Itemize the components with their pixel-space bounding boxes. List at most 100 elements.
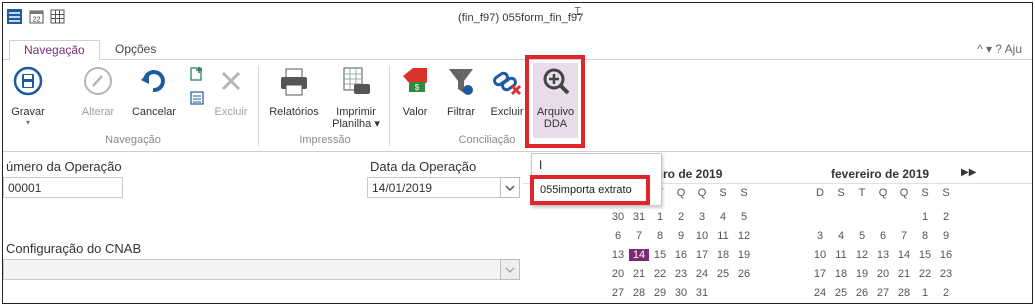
calendar-day[interactable]: 23 <box>936 268 956 280</box>
valor-button[interactable]: $ Valor <box>395 62 435 136</box>
money-tag-icon: $ <box>403 68 427 92</box>
app-window: 22 (fin_f97) 055form_fin_f97 ⌶ Navegação… <box>2 2 1033 304</box>
data-operacao-input[interactable]: 14/01/2019 <box>367 177 501 198</box>
calendar-dow: S <box>942 187 950 199</box>
calendar-day[interactable]: 17 <box>810 268 830 280</box>
gravar-button[interactable]: Gravar ▾ <box>9 62 47 136</box>
tab-navegacao[interactable]: Navegação <box>9 40 100 61</box>
calendar-day[interactable]: 27 <box>608 287 628 299</box>
filtrar-button[interactable]: Filtrar <box>441 62 481 136</box>
calendar-day[interactable]: 9 <box>936 230 956 242</box>
calendar-day[interactable]: 31 <box>629 211 649 223</box>
calendar-day[interactable]: 11 <box>713 230 733 242</box>
calendar-day[interactable]: 2 <box>936 211 956 223</box>
cancelar-button[interactable]: Cancelar <box>130 62 178 136</box>
calendar-day[interactable]: 1 <box>915 287 935 299</box>
gravar-dropdown-icon[interactable]: ▾ <box>9 118 47 127</box>
calendar-day[interactable]: 24 <box>692 268 712 280</box>
calendar-day[interactable]: 29 <box>650 287 670 299</box>
app-menu-icon[interactable] <box>7 9 22 24</box>
calendar-day[interactable]: 9 <box>671 230 691 242</box>
calendar-day[interactable]: 22 <box>915 268 935 280</box>
calendar-day[interactable]: 5 <box>734 211 754 223</box>
calendar-day[interactable]: 6 <box>608 230 628 242</box>
alterar-button[interactable]: Alterar <box>79 62 117 136</box>
calendar-day[interactable]: 4 <box>713 211 733 223</box>
calendar-day[interactable]: 1 <box>650 211 670 223</box>
excluir-button[interactable]: Excluir <box>213 62 249 136</box>
calendar-day[interactable]: 23 <box>671 268 691 280</box>
ribbon-tabs: Navegação Opções ^ ▾ ? Aju <box>3 36 1032 61</box>
calendar-day[interactable]: 10 <box>692 230 712 242</box>
calendar-day[interactable]: 21 <box>629 268 649 280</box>
calendar-day[interactable]: 2 <box>936 287 956 299</box>
calendar-day[interactable]: 10 <box>810 249 830 261</box>
calendar-day[interactable]: 8 <box>915 230 935 242</box>
calendar-day[interactable]: 30 <box>671 287 691 299</box>
calendar-day[interactable]: 25 <box>713 268 733 280</box>
cnab-label: Configuração do CNAB <box>6 241 142 256</box>
calendar-day[interactable]: 26 <box>734 268 754 280</box>
cnab-dropdown-button[interactable] <box>500 259 520 280</box>
calendar-day[interactable]: 13 <box>608 249 628 261</box>
cnab-select[interactable] <box>3 259 501 280</box>
numero-operacao-input[interactable]: 00001 <box>3 177 123 198</box>
new-record-icon[interactable] <box>189 66 205 82</box>
calendar-day[interactable]: 27 <box>873 287 893 299</box>
calendar-day[interactable]: 19 <box>734 249 754 261</box>
calendar-day[interactable]: 31 <box>692 287 712 299</box>
calendar-day[interactable]: 15 <box>650 249 670 261</box>
data-operacao-label: Data da Operação <box>370 159 477 174</box>
calendar-day[interactable]: 21 <box>894 268 914 280</box>
ribbon-help-controls[interactable]: ^ ▾ ? Aju <box>977 42 1022 56</box>
calendar-day[interactable]: 12 <box>852 249 872 261</box>
calendar-day[interactable]: 11 <box>831 249 851 261</box>
calendar-day[interactable]: 1 <box>915 211 935 223</box>
calendar-day[interactable]: 8 <box>650 230 670 242</box>
date-picker-button[interactable] <box>500 177 520 198</box>
grid-icon[interactable] <box>50 9 65 24</box>
calendar-day-selected[interactable]: 14 <box>629 249 649 261</box>
calendar-day[interactable]: 16 <box>936 249 956 261</box>
calendar-day[interactable]: 2 <box>671 211 691 223</box>
save-icon <box>13 66 43 96</box>
calendar-next-button[interactable]: ▶▶ <box>961 167 976 178</box>
popup-item-importa-extrato[interactable]: 055importa extrato <box>530 175 650 205</box>
imprimir-planilha-button[interactable]: Imprimir Planilha ▾ <box>327 62 385 136</box>
calendar-day[interactable]: 7 <box>894 230 914 242</box>
calendar-month-1: eiro de 2019 <box>653 167 723 181</box>
calendar-icon[interactable]: 22 <box>29 9 44 24</box>
calendar-day[interactable]: 13 <box>873 249 893 261</box>
calendar-day[interactable]: 18 <box>831 268 851 280</box>
calendar-day[interactable]: 5 <box>852 230 872 242</box>
valor-label: Valor <box>402 106 428 118</box>
calendar-day[interactable]: 3 <box>810 230 830 242</box>
calendar-day[interactable]: 12 <box>734 230 754 242</box>
calendar-day[interactable]: 26 <box>852 287 872 299</box>
calendar-day[interactable]: 30 <box>608 211 628 223</box>
calendar-day[interactable]: 3 <box>692 211 712 223</box>
list-icon[interactable] <box>189 90 205 106</box>
calendar-day[interactable]: 18 <box>713 249 733 261</box>
calendar-day[interactable]: 17 <box>692 249 712 261</box>
calendar-day[interactable]: 20 <box>873 268 893 280</box>
excluir-conciliacao-button[interactable]: Excluir <box>487 62 527 136</box>
calendar-day[interactable]: 28 <box>629 287 649 299</box>
calendar-dow: S <box>740 187 748 199</box>
chevron-down-icon <box>505 185 515 192</box>
undo-icon <box>141 70 165 93</box>
calendar-day[interactable]: 4 <box>831 230 851 242</box>
calendar-day[interactable]: 16 <box>671 249 691 261</box>
calendar-day[interactable]: 7 <box>629 230 649 242</box>
calendar-day[interactable]: 28 <box>894 287 914 299</box>
calendar-day[interactable]: 20 <box>608 268 628 280</box>
calendar-day[interactable]: 25 <box>831 287 851 299</box>
calendar-day[interactable]: 19 <box>852 268 872 280</box>
calendar-day[interactable]: 15 <box>915 249 935 261</box>
relatorios-button[interactable]: Relatórios <box>265 62 323 136</box>
calendar-day[interactable]: 6 <box>873 230 893 242</box>
tab-opcoes[interactable]: Opções <box>101 40 170 60</box>
calendar-day[interactable]: 14 <box>894 249 914 261</box>
calendar-day[interactable]: 24 <box>810 287 830 299</box>
calendar-day[interactable]: 22 <box>650 268 670 280</box>
